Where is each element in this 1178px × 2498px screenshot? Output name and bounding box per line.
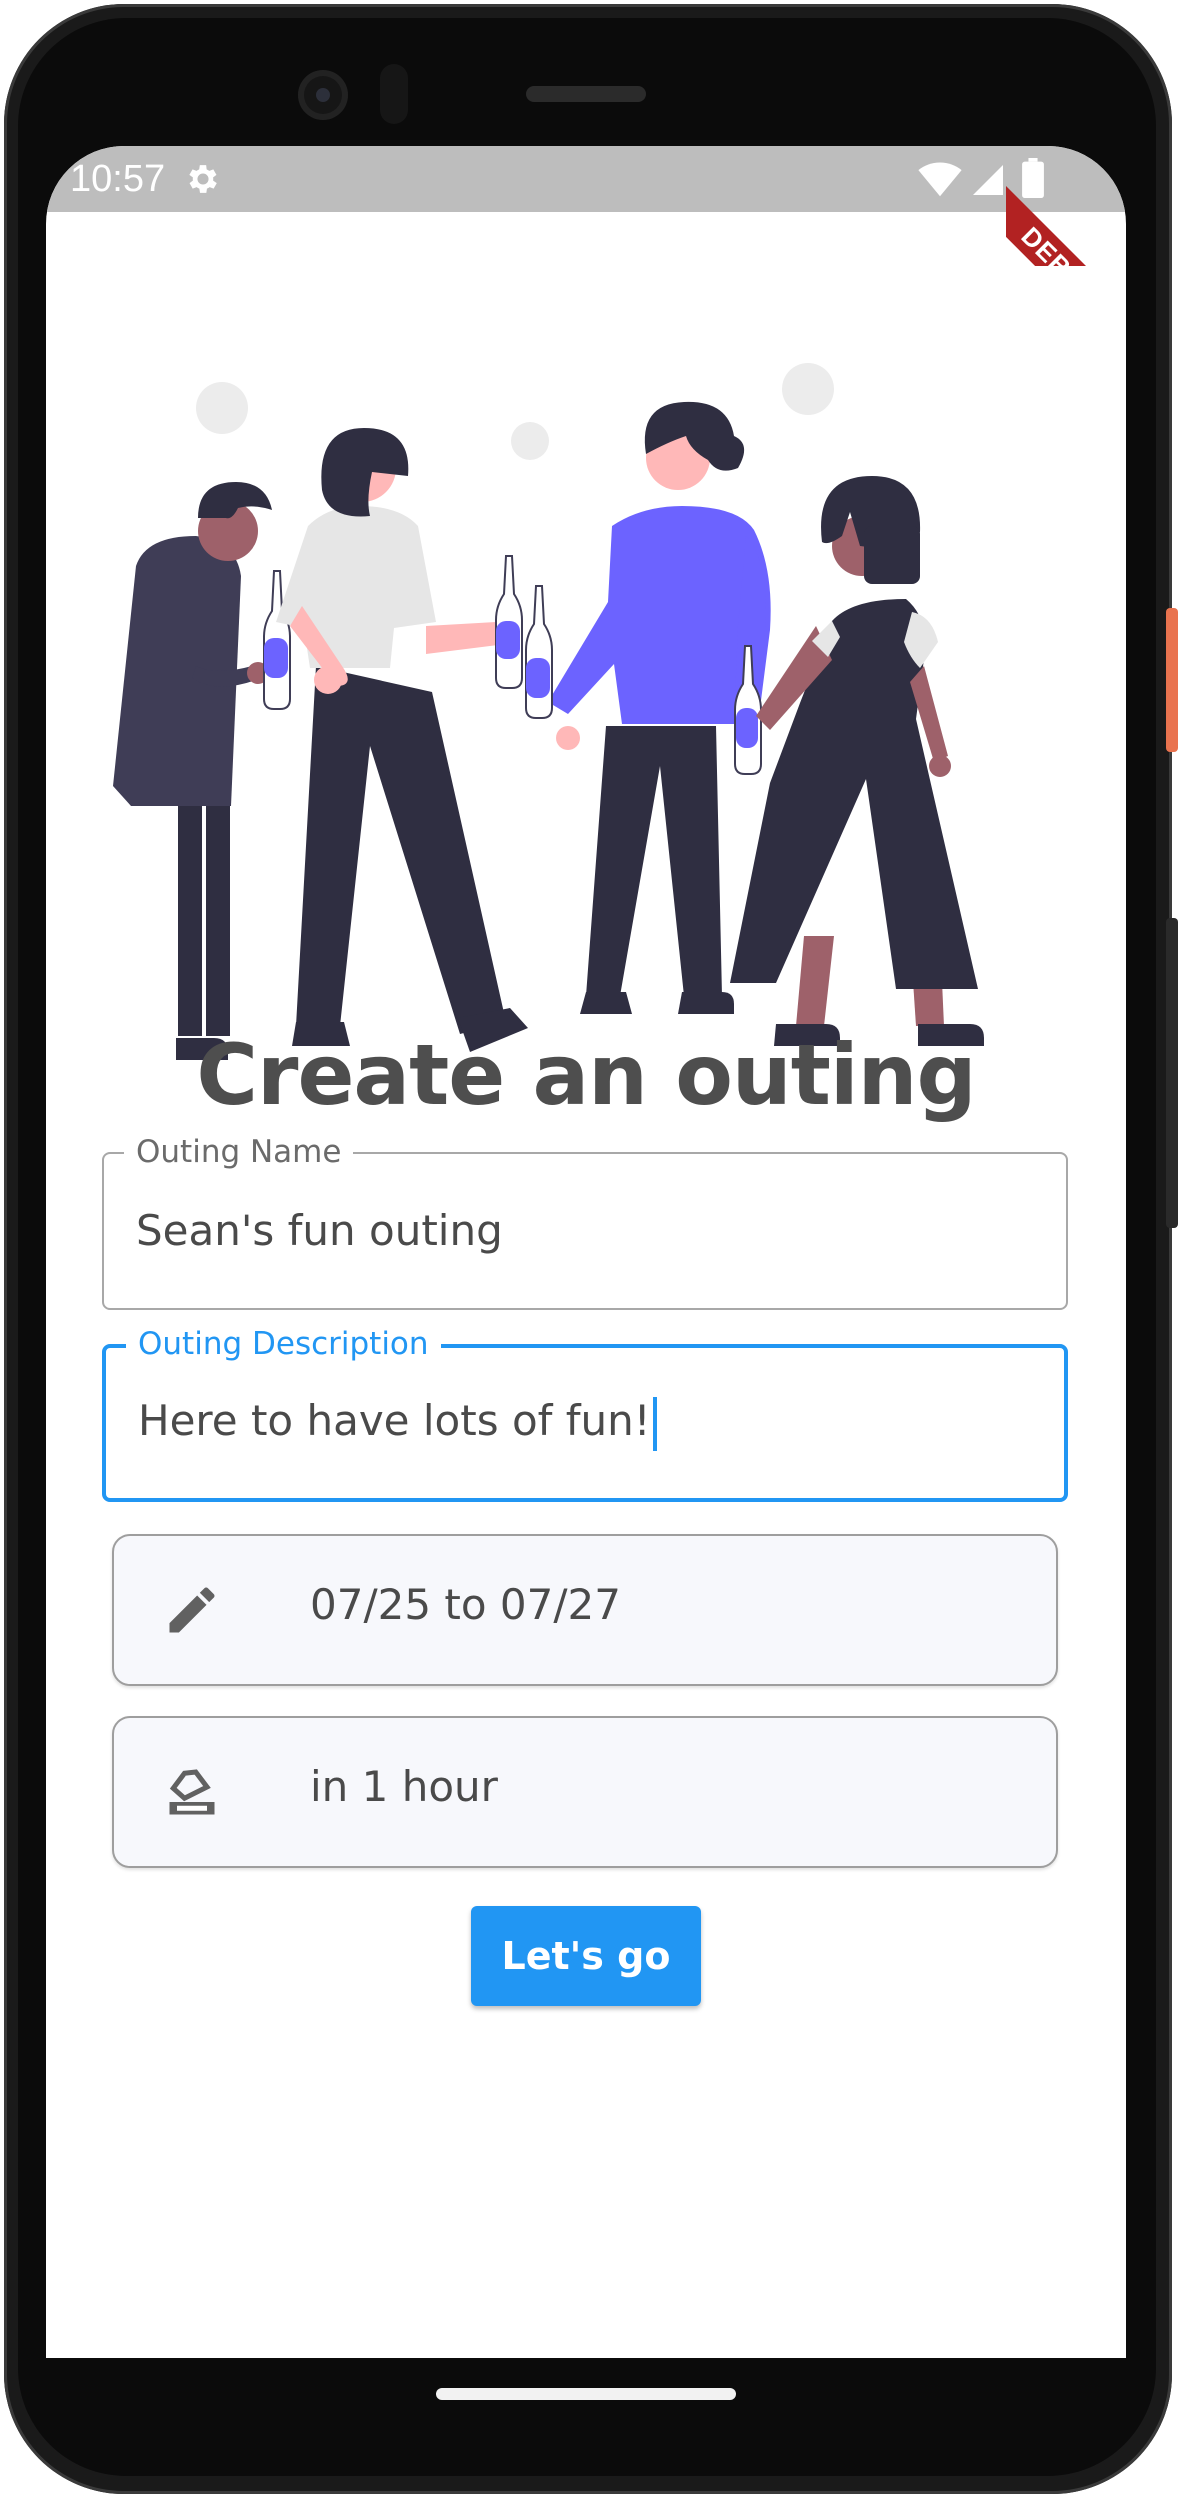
eraser-icon bbox=[169, 1769, 215, 1815]
outing-description-field[interactable]: Outing Description Here to have lots of … bbox=[102, 1326, 1068, 1502]
time-picker-button[interactable]: in 1 hour bbox=[112, 1716, 1058, 1868]
outing-name-field[interactable]: Outing Name Sean's fun outing bbox=[102, 1134, 1068, 1310]
home-indicator[interactable] bbox=[436, 2388, 736, 2400]
phone-frame: 10:57 DEBUG bbox=[0, 0, 1178, 2498]
page-title: Create an outing bbox=[196, 1026, 976, 1124]
outing-name-value[interactable]: Sean's fun outing bbox=[136, 1206, 503, 1255]
outing-description-label: Outing Description bbox=[126, 1326, 441, 1362]
outing-name-label: Outing Name bbox=[124, 1134, 354, 1170]
outing-description-value: Here to have lots of fun! bbox=[138, 1396, 651, 1445]
status-time: 10:57 bbox=[70, 158, 166, 200]
wifi-icon bbox=[918, 162, 962, 197]
lets-go-button[interactable]: Let's go bbox=[471, 1906, 701, 2006]
status-bar: 10:57 DEBUG bbox=[46, 146, 1126, 266]
people-celebrating-illustration bbox=[113, 363, 984, 1060]
cell-signal-icon bbox=[973, 165, 1003, 195]
settings-gear-icon bbox=[189, 165, 217, 193]
text-cursor bbox=[652, 1396, 657, 1451]
power-button bbox=[1166, 608, 1178, 752]
pencil-icon bbox=[169, 1587, 215, 1633]
app-screen: 10:57 DEBUG bbox=[46, 146, 1126, 2358]
outing-description-input-line[interactable]: Here to have lots of fun! bbox=[138, 1396, 657, 1451]
time-value: in 1 hour bbox=[310, 1762, 498, 1811]
date-range-picker-button[interactable]: 07/25 to 07/27 bbox=[112, 1534, 1058, 1686]
front-camera bbox=[298, 70, 348, 120]
volume-button bbox=[1166, 918, 1178, 1228]
earpiece-speaker bbox=[526, 86, 646, 102]
proximity-sensor bbox=[380, 64, 408, 124]
date-range-value: 07/25 to 07/27 bbox=[310, 1580, 621, 1629]
